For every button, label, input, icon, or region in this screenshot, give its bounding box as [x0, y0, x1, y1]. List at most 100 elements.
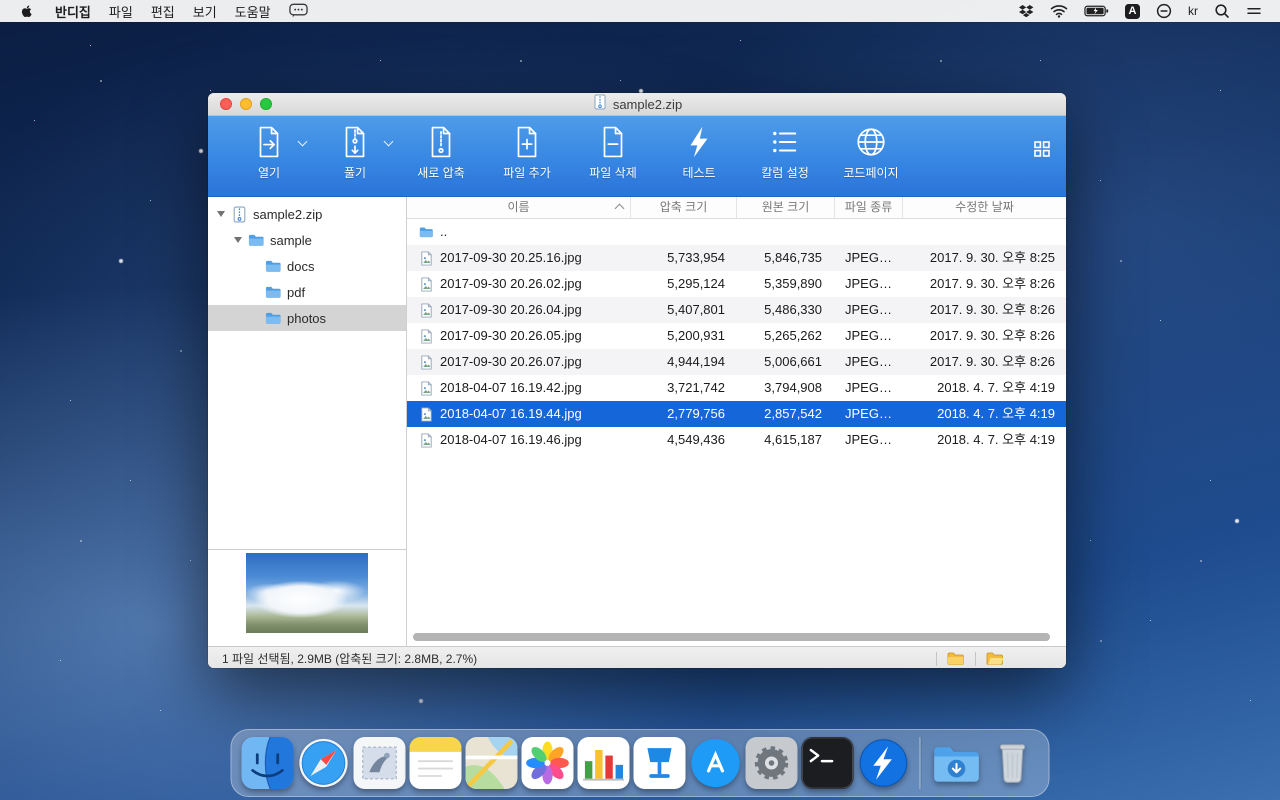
close-button[interactable] [220, 98, 232, 110]
table-row[interactable]: 2017-09-30 20.26.05.jpg 5,200,931 5,265,26… [407, 323, 1066, 349]
dock-icon-app-store[interactable] [689, 736, 743, 790]
menu-보기[interactable]: 보기 [184, 5, 226, 20]
toolbar-button-extract[interactable]: 풀기 [312, 116, 398, 196]
table-row[interactable]: .. [407, 219, 1066, 245]
delete-file-icon [596, 123, 630, 161]
chat-bubble-icon[interactable] [280, 3, 317, 19]
sidebar-item-sample2.zip[interactable]: sample2.zip [208, 201, 406, 227]
image-file-icon [419, 380, 434, 396]
layout-toggle-button[interactable] [1034, 141, 1050, 162]
sidebar-item-label: sample [270, 232, 312, 248]
sidebar-item-label: photos [287, 310, 327, 326]
toolbar-button-add-file[interactable]: 파일 추가 [484, 116, 570, 196]
window-title: sample2.zip [612, 96, 683, 112]
notification-center-icon[interactable] [1238, 4, 1270, 18]
disclosure-triangle-icon[interactable] [214, 211, 227, 217]
sidebar-item-label: pdf [287, 284, 306, 300]
dock-icon-system-preferences[interactable] [745, 736, 799, 790]
cell-packed-size: 2,779,756 [667, 406, 725, 421]
search-icon[interactable] [1206, 3, 1238, 19]
table-row[interactable]: 2017-09-30 20.25.16.jpg 5,733,954 5,846,73… [407, 245, 1066, 271]
table-row[interactable]: 2017-09-30 20.26.02.jpg 5,295,124 5,359,89… [407, 271, 1066, 297]
statusbar-buttons [936, 651, 1004, 667]
toolbar-button-label: 새로 압축 [417, 166, 465, 180]
dock-icon-maps[interactable] [465, 736, 519, 790]
menu-도움말[interactable]: 도움말 [226, 5, 280, 20]
folder-icon [248, 232, 265, 249]
window-titlebar[interactable]: sample2.zip [208, 93, 1066, 116]
table-header: 이름 압축 크기 원본 크기 파일 종류 수정한 날짜 [407, 197, 1066, 219]
file-name: 2018-04-07 16.19.46.jpg [440, 432, 582, 447]
table-row[interactable]: 2018-04-07 16.19.44.jpg 2,779,756 2,857,54… [407, 401, 1066, 427]
cell-packed-size: 5,733,954 [667, 250, 725, 265]
toolbar-button-codepage[interactable]: 코드페이지 [828, 116, 914, 196]
dock-icon-terminal[interactable] [801, 736, 855, 790]
wifi-icon[interactable] [1042, 4, 1076, 18]
dock-icon-finder[interactable] [241, 736, 295, 790]
sidebar-item-pdf[interactable]: pdf [208, 279, 406, 305]
statusbar-folder-button-2[interactable] [986, 651, 1004, 667]
toolbar-button-open[interactable]: 열기 [226, 116, 312, 196]
menu-편집[interactable]: 편집 [142, 5, 184, 20]
cell-packed-size: 5,200,931 [667, 328, 725, 343]
input-source-badge[interactable]: A [1125, 3, 1140, 19]
column-header-label: 이름 [507, 200, 530, 214]
dock-icon-bandizip[interactable] [857, 736, 911, 790]
apple-logo-icon [21, 5, 32, 18]
scrollbar-thumb[interactable] [413, 633, 1050, 641]
cell-file-type: JPEG… [845, 432, 892, 447]
battery-icon[interactable] [1076, 4, 1117, 18]
menu-반디집[interactable]: 반디집 [46, 5, 100, 20]
apple-menu[interactable] [12, 3, 42, 19]
table-row[interactable]: 2017-09-30 20.26.07.jpg 4,944,194 5,006,66… [407, 349, 1066, 375]
zoom-button[interactable] [260, 98, 272, 110]
cell-name: 2017-09-30 20.26.02.jpg [407, 271, 631, 297]
cell-packed-size: 4,549,436 [667, 432, 725, 447]
cell-file-type: JPEG… [845, 354, 892, 369]
menu-bar-left: 반디집 파일 편집 보기 도움말 [0, 2, 317, 21]
dropbox-icon[interactable] [1010, 4, 1042, 19]
dock-icon-safari[interactable] [297, 736, 351, 790]
column-header-1[interactable]: 압축 크기 [631, 197, 737, 218]
disclosure-triangle-icon[interactable] [231, 237, 244, 243]
zip-file-icon [592, 94, 608, 115]
column-header-2[interactable]: 원본 크기 [737, 197, 835, 218]
cell-modified-date: 2018. 4. 7. 오후 4:19 [937, 432, 1055, 447]
image-file-icon [419, 302, 434, 318]
sidebar-item-sample[interactable]: sample [208, 227, 406, 253]
dock-icon-photos[interactable] [521, 736, 575, 790]
statusbar-folder-button-1[interactable] [947, 651, 965, 667]
sidebar-item-docs[interactable]: docs [208, 253, 406, 279]
table-row[interactable]: 2018-04-07 16.19.42.jpg 3,721,742 3,794,90… [407, 375, 1066, 401]
column-header-4[interactable]: 수정한 날짜 [903, 197, 1066, 218]
menu-bar-status-icons: A kr [1010, 3, 1280, 19]
column-header-0[interactable]: 이름 [407, 197, 631, 218]
cell-name: 2018-04-07 16.19.42.jpg [407, 375, 631, 401]
sidebar-tree: sample2.zip sample docs pdf photos [208, 197, 406, 331]
table-row[interactable]: 2017-09-30 20.26.04.jpg 5,407,801 5,486,33… [407, 297, 1066, 323]
toolbar-button-test[interactable]: 테스트 [656, 116, 742, 196]
dock-icon-numbers[interactable] [577, 736, 631, 790]
dock-icon-downloads[interactable] [930, 736, 984, 790]
chevron-down-icon[interactable] [383, 136, 394, 147]
sidebar-item-label: sample2.zip [253, 206, 323, 222]
language-indicator[interactable]: kr [1180, 4, 1206, 18]
toolbar-button-new-archive[interactable]: 새로 압축 [398, 116, 484, 196]
dock-icon-mail[interactable] [353, 736, 407, 790]
sidebar-item-photos[interactable]: photos [208, 305, 406, 331]
file-name: .. [440, 224, 448, 239]
horizontal-scrollbar[interactable] [413, 633, 1056, 642]
file-name: 2018-04-07 16.19.44.jpg [440, 406, 582, 421]
toolbar-button-column-settings[interactable]: 칼럼 설정 [742, 116, 828, 196]
dock-icon-trash[interactable] [986, 736, 1040, 790]
dock-icon-notes[interactable] [409, 736, 463, 790]
menu-파일[interactable]: 파일 [100, 5, 142, 20]
column-header-3[interactable]: 파일 종류 [835, 197, 903, 218]
sidebar: sample2.zip sample docs pdf photos [208, 197, 407, 646]
dock-icon-keynote[interactable] [633, 736, 687, 790]
table-row[interactable]: 2018-04-07 16.19.46.jpg 4,549,436 4,615,18… [407, 427, 1066, 453]
minimize-button[interactable] [240, 98, 252, 110]
chevron-down-icon[interactable] [297, 136, 308, 147]
do-not-disturb-icon[interactable] [1148, 3, 1180, 19]
toolbar-button-delete-file[interactable]: 파일 삭제 [570, 116, 656, 196]
